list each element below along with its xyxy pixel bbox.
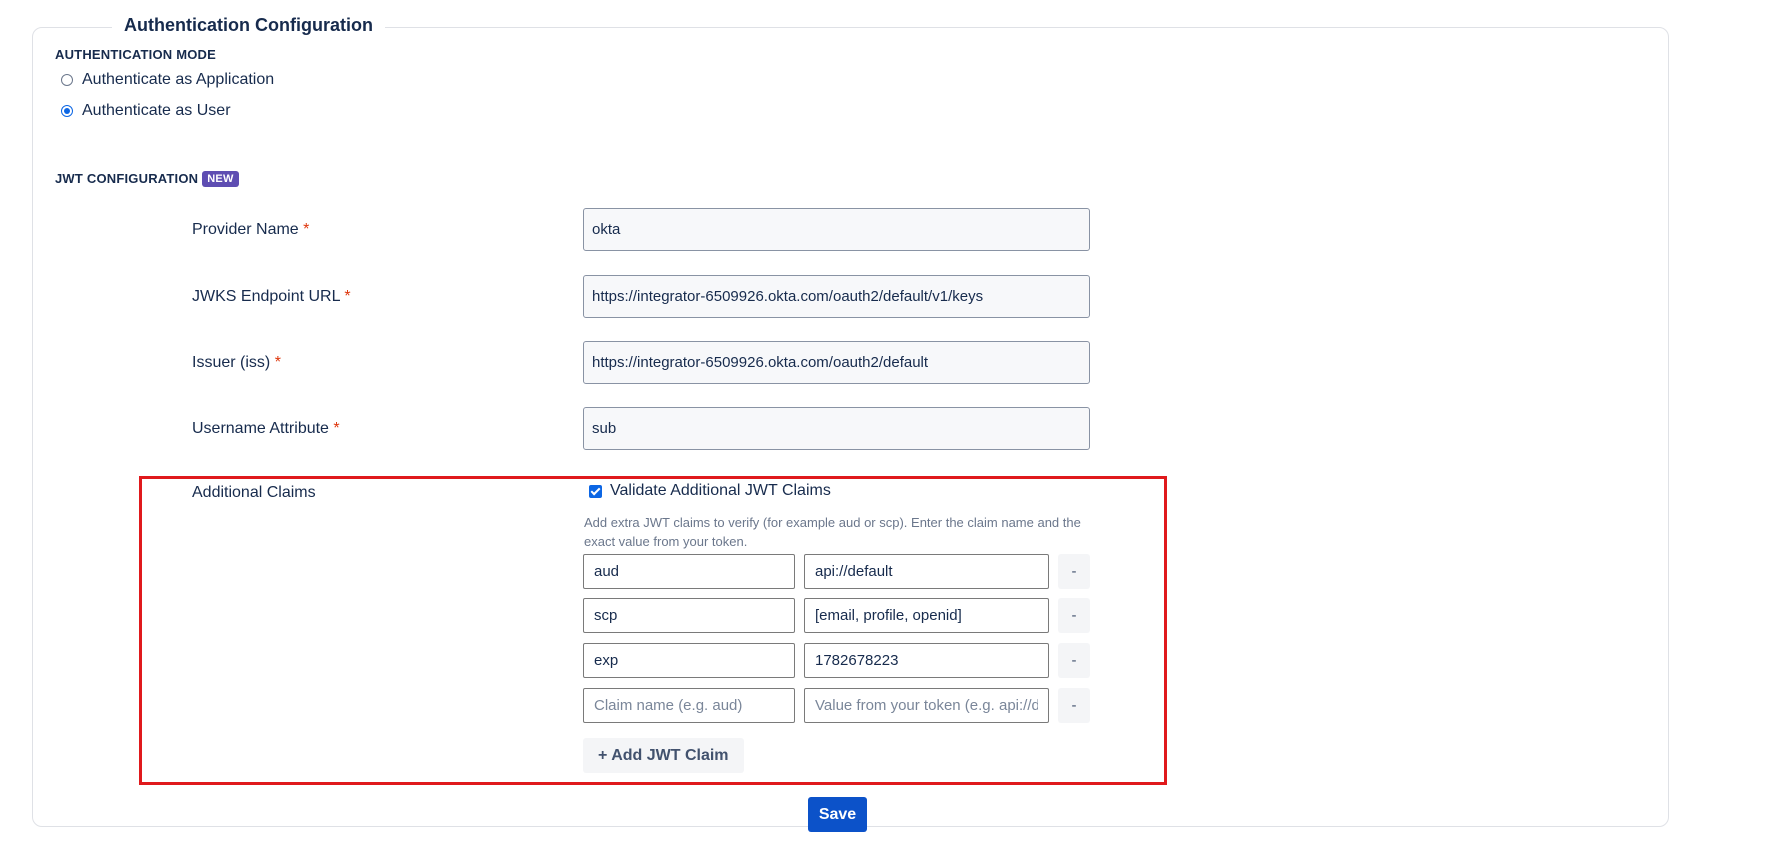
issuer-input[interactable] xyxy=(583,341,1090,384)
radio-checked-icon[interactable] xyxy=(61,105,73,117)
new-badge: NEW xyxy=(202,171,239,187)
field-label-text: Provider Name xyxy=(192,221,299,238)
save-button[interactable]: Save xyxy=(808,797,867,832)
claim-value-input-1[interactable] xyxy=(804,554,1049,589)
additional-claims-help-text: Add extra JWT claims to verify (for exam… xyxy=(584,515,1081,549)
required-marker: * xyxy=(274,354,281,371)
required-marker: * xyxy=(303,221,310,238)
provider-name-label: Provider Name * xyxy=(192,221,309,239)
additional-claims-label: Additional Claims xyxy=(192,484,316,501)
panel-title: Authentication Configuration xyxy=(112,12,385,38)
field-label-text: Issuer (iss) xyxy=(192,354,271,371)
jwks-endpoint-url-label: JWKS Endpoint URL * xyxy=(192,288,351,306)
remove-claim-button-1[interactable]: - xyxy=(1058,554,1090,589)
validate-claims-checkbox-row[interactable]: Validate Additional JWT Claims xyxy=(589,482,831,500)
jwt-config-heading-text: JWT CONFIGURATION xyxy=(55,171,199,186)
radio-unchecked-icon[interactable] xyxy=(61,74,73,86)
claim-value-input-4[interactable] xyxy=(804,688,1049,723)
radio-label: Authenticate as Application xyxy=(82,71,275,88)
auth-mode-heading: AUTHENTICATION MODE xyxy=(55,47,216,62)
field-label-text: JWKS Endpoint URL xyxy=(192,288,340,305)
add-jwt-claim-button[interactable]: + Add JWT Claim xyxy=(583,738,744,773)
claim-value-input-3[interactable] xyxy=(804,643,1049,678)
jwt-config-heading: JWT CONFIGURATION NEW xyxy=(55,171,239,187)
claim-name-input-1[interactable] xyxy=(583,554,795,589)
checkbox-checked-icon[interactable] xyxy=(589,484,602,498)
remove-claim-button-3[interactable]: - xyxy=(1058,643,1090,678)
remove-claim-button-4[interactable]: - xyxy=(1058,688,1090,723)
provider-name-input[interactable] xyxy=(583,208,1090,251)
username-attribute-input[interactable] xyxy=(583,407,1090,450)
required-marker: * xyxy=(333,420,340,437)
radio-authenticate-as-application[interactable]: Authenticate as Application xyxy=(61,71,274,89)
claim-name-input-4[interactable] xyxy=(583,688,795,723)
claim-value-input-2[interactable] xyxy=(804,598,1049,633)
required-marker: * xyxy=(344,288,351,305)
claim-name-input-3[interactable] xyxy=(583,643,795,678)
remove-claim-button-2[interactable]: - xyxy=(1058,598,1090,633)
radio-authenticate-as-user[interactable]: Authenticate as User xyxy=(61,102,231,120)
radio-label: Authenticate as User xyxy=(82,102,231,119)
jwks-endpoint-url-input[interactable] xyxy=(583,275,1090,318)
claim-name-input-2[interactable] xyxy=(583,598,795,633)
validate-claims-label: Validate Additional JWT Claims xyxy=(610,482,831,499)
field-label-text: Username Attribute xyxy=(192,420,329,437)
username-attribute-label: Username Attribute * xyxy=(192,420,340,438)
issuer-label: Issuer (iss) * xyxy=(192,354,281,372)
